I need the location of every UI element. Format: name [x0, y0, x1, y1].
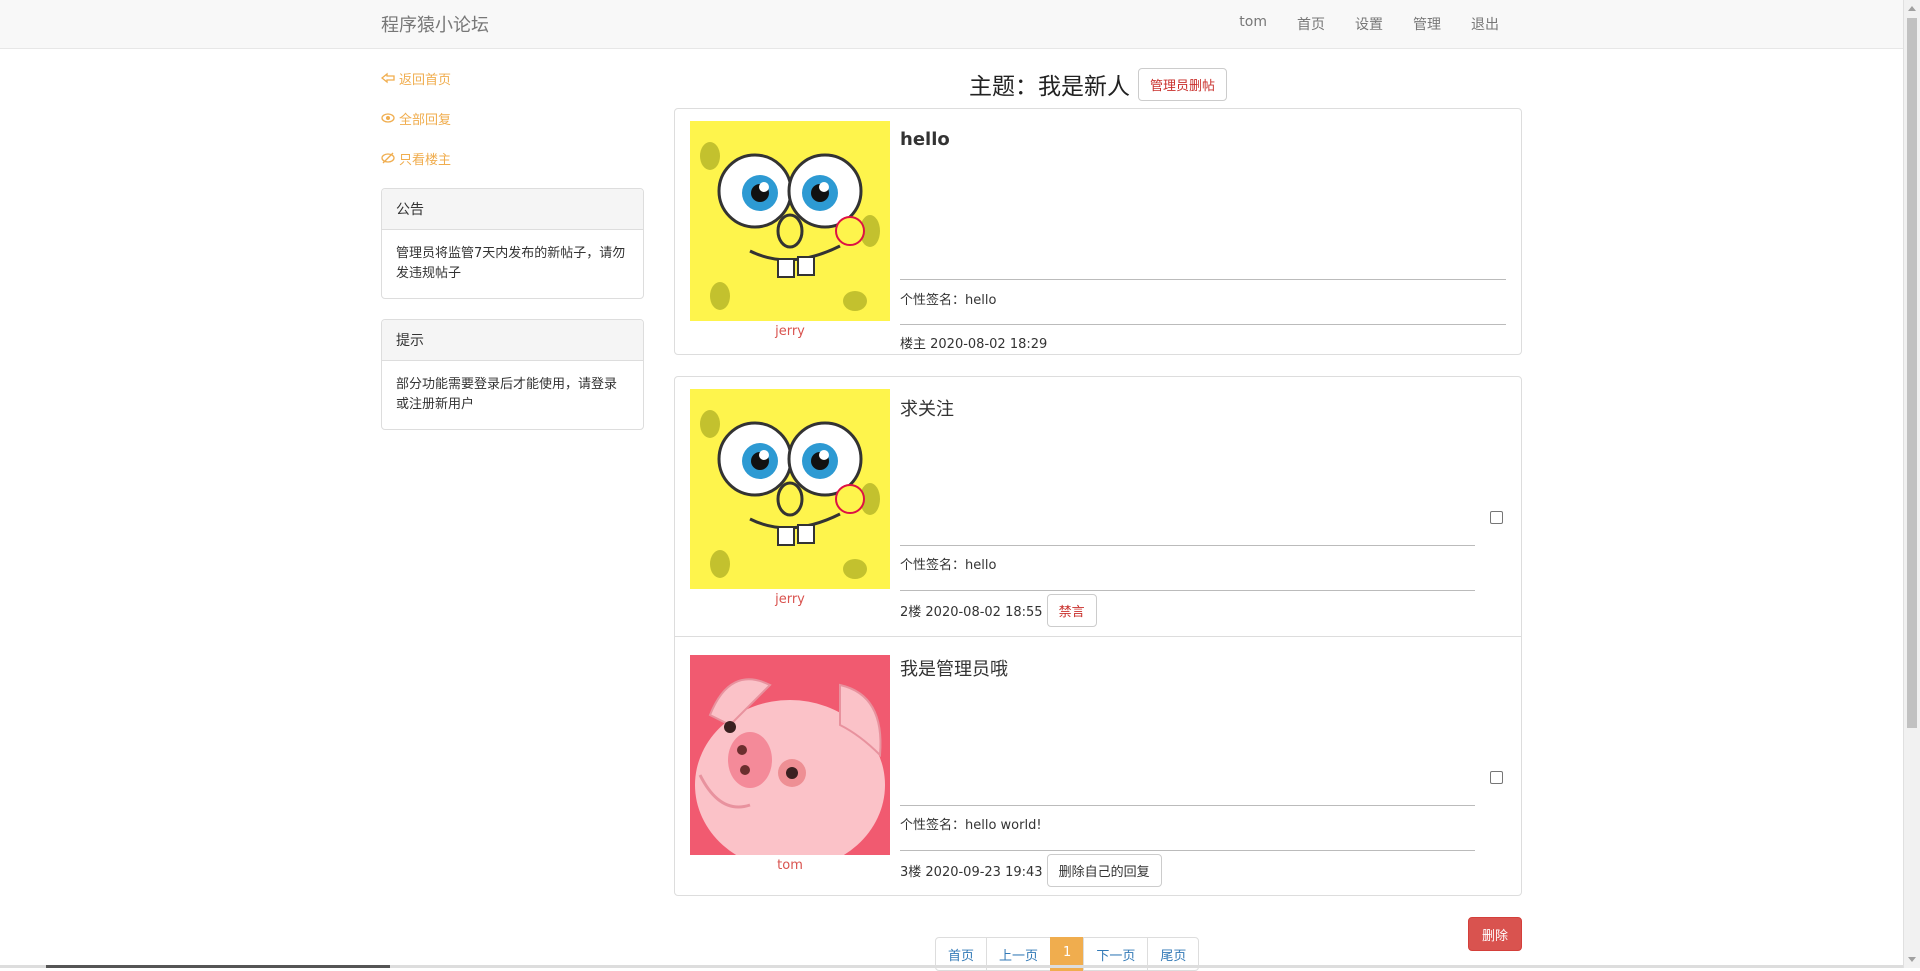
nav-settings[interactable]: 设置 — [1340, 14, 1398, 34]
eye-icon — [381, 112, 395, 124]
divider — [900, 805, 1475, 806]
divider — [900, 850, 1475, 851]
top-navbar: 程序猿小论坛 tom 首页 设置 管理 退出 — [0, 0, 1903, 49]
divider — [900, 279, 1506, 280]
select-checkbox[interactable] — [1490, 771, 1503, 784]
sidebar: 返回首页 全部回复 只看楼主 公告 管理员将监管7天内发布的新帖子，请勿发违规帖… — [381, 68, 644, 450]
tip-panel: 提示 部分功能需要登录后才能使用，请登录或注册新用户 — [381, 319, 644, 430]
back-home-label: 返回首页 — [399, 69, 451, 88]
topic-header: 主题：我是新人 管理员删帖 — [674, 67, 1522, 101]
announcement-title: 公告 — [382, 189, 643, 230]
post-meta: 3楼 2020-09-23 19:43 删除自己的回复 — [900, 854, 1162, 887]
post-floor-time: 3楼 2020-09-23 19:43 — [900, 861, 1043, 880]
post-content: 求关注 — [900, 395, 954, 421]
select-checkbox[interactable] — [1490, 511, 1503, 524]
avatar — [690, 655, 890, 855]
tip-title: 提示 — [382, 320, 643, 361]
replies-panel: jerry 求关注 个性签名：hello 2楼 2020-08-02 18:55… — [674, 376, 1522, 896]
nav-links: tom 首页 设置 管理 退出 — [1224, 14, 1514, 34]
post-meta: 2楼 2020-08-02 18:55 禁言 — [900, 594, 1097, 627]
announcement-panel: 公告 管理员将监管7天内发布的新帖子，请勿发违规帖子 — [381, 188, 644, 299]
hand-left-icon — [381, 72, 395, 84]
topic-title: 主题：我是新人 — [969, 67, 1130, 101]
back-home-link[interactable]: 返回首页 — [381, 68, 644, 88]
op-only-link[interactable]: 只看楼主 — [381, 148, 644, 168]
post-username[interactable]: jerry — [690, 592, 890, 607]
scroll-up-icon[interactable] — [1908, 6, 1916, 11]
reply-post: tom 我是管理员哦 个性签名：hello world! 3楼 2020-09-… — [675, 637, 1521, 895]
post-signature: 个性签名：hello — [900, 289, 996, 308]
op-post-panel: jerry hello 个性签名：hello 楼主 2020-08-02 18:… — [674, 108, 1522, 355]
nav-admin[interactable]: 管理 — [1398, 14, 1456, 34]
mute-user-button[interactable]: 禁言 — [1047, 594, 1097, 627]
vertical-scrollbar[interactable] — [1903, 0, 1920, 968]
post-username[interactable]: jerry — [690, 324, 890, 339]
all-replies-link[interactable]: 全部回复 — [381, 108, 644, 128]
scroll-down-icon[interactable] — [1908, 957, 1916, 962]
announcement-body: 管理员将监管7天内发布的新帖子，请勿发违规帖子 — [382, 230, 643, 298]
delete-own-reply-button[interactable]: 删除自己的回复 — [1047, 854, 1162, 887]
nav-home[interactable]: 首页 — [1282, 14, 1340, 34]
post-username[interactable]: tom — [690, 858, 890, 873]
divider — [900, 590, 1475, 591]
all-replies-label: 全部回复 — [399, 109, 451, 128]
tip-body: 部分功能需要登录后才能使用，请登录或注册新用户 — [382, 361, 643, 429]
divider — [900, 545, 1475, 546]
site-brand[interactable]: 程序猿小论坛 — [381, 11, 489, 37]
post-floor-time: 楼主 2020-08-02 18:29 — [900, 333, 1047, 352]
post-meta: 楼主 2020-08-02 18:29 — [900, 333, 1047, 352]
nav-logout[interactable]: 退出 — [1456, 14, 1514, 34]
scroll-thumb[interactable] — [1907, 18, 1917, 728]
nav-user[interactable]: tom — [1224, 14, 1282, 34]
reply-post: jerry 求关注 个性签名：hello 2楼 2020-08-02 18:55… — [675, 377, 1521, 637]
admin-delete-button[interactable]: 管理员删帖 — [1138, 68, 1227, 101]
delete-selected-button[interactable]: 删除 — [1468, 917, 1522, 951]
post-signature: 个性签名：hello — [900, 554, 996, 573]
divider — [900, 324, 1506, 325]
eye-slash-icon — [381, 152, 395, 164]
pig-avatar-image — [690, 655, 890, 855]
post-floor-time: 2楼 2020-08-02 18:55 — [900, 601, 1043, 620]
avatar — [690, 121, 890, 321]
sponge-avatar-image — [690, 389, 890, 589]
post-signature: 个性签名：hello world! — [900, 814, 1042, 833]
sponge-avatar-image — [690, 121, 890, 321]
avatar — [690, 389, 890, 589]
post-content: 我是管理员哦 — [900, 655, 1008, 681]
op-only-label: 只看楼主 — [399, 149, 451, 168]
post-content: hello — [900, 129, 950, 150]
